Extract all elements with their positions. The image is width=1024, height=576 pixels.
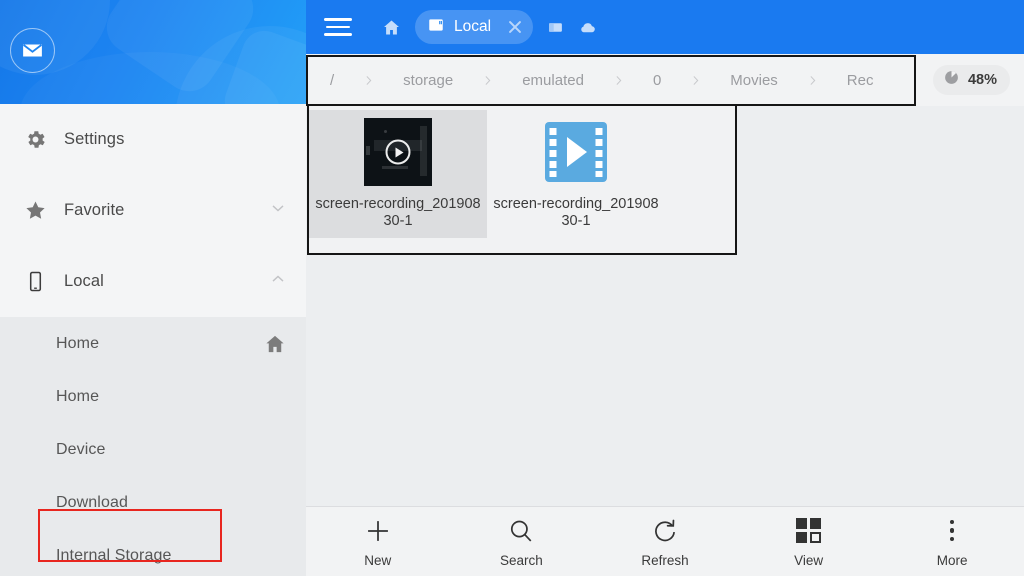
home-icon[interactable] [382,18,401,37]
sidebar-item-home[interactable]: Home [0,370,306,423]
gear-icon [18,128,52,151]
view-label: View [794,552,824,568]
sidebar-item-local[interactable]: Local [0,246,306,317]
chevron-down-icon[interactable] [268,198,288,223]
breadcrumb: / storage emulated 0 Movies Rec [306,72,933,89]
chevron-right-icon [481,74,494,87]
sidebar-item-device[interactable]: Device [0,423,306,476]
sidebar-item-label: Home [56,387,100,405]
sidebar: Settings Favorite Local Home Home Device… [0,0,306,576]
window-icon[interactable] [547,19,564,36]
envelope-icon [23,44,42,57]
search-button[interactable]: Search [450,516,594,568]
sidebar-item-label: Internal Storage [56,546,172,564]
file-thumbnail [539,116,613,188]
sidebar-item-favorite[interactable]: Favorite [0,175,306,246]
more-button[interactable]: More [880,516,1024,568]
sidebar-item-label: Device [56,440,106,458]
chevron-right-icon [362,74,375,87]
sidebar-item-download[interactable]: Download [0,476,306,529]
chevron-right-icon [806,74,819,87]
file-thumbnail [361,116,435,188]
sidebar-item-label: Local [64,272,104,290]
grid-view-icon [796,516,822,546]
hamburger-icon[interactable] [324,13,354,40]
video-thumbnail [364,118,432,186]
sidebar-item-label: Favorite [64,201,125,219]
sidebar-item-label: Home [56,334,100,352]
breadcrumb-segment[interactable]: Rec [841,72,880,89]
new-button[interactable]: New [306,516,450,568]
file-item[interactable]: screen-recording_20190830-1 [309,110,487,238]
sidebar-header [0,0,306,104]
more-dots-icon [949,516,955,546]
refresh-icon [652,516,678,546]
status-badge[interactable]: 48% [932,65,1010,95]
film-play-icon [545,122,607,182]
avatar[interactable] [10,28,55,73]
file-name-label: screen-recording_20190830-1 [493,196,659,229]
search-icon [508,516,534,546]
home-icon [264,333,286,355]
breadcrumb-segment[interactable]: / [324,72,340,89]
view-button[interactable]: View [737,516,881,568]
breadcrumb-segment[interactable]: storage [397,72,459,89]
cloud-icon[interactable] [578,18,597,37]
search-label: Search [500,552,543,568]
new-label: New [364,552,392,568]
file-grid: screen-recording_20190830-1 screen-recor… [309,106,735,238]
sidebar-sublist-local: Home Home Device Download Internal Stora… [0,317,306,576]
more-label: More [936,552,968,568]
breadcrumb-segment[interactable]: emulated [516,72,590,89]
breadcrumb-bar: / storage emulated 0 Movies Rec 48% [306,54,1024,106]
top-bar: Local [306,0,1024,54]
phone-icon [18,270,52,293]
annotation-box-file-grid: screen-recording_20190830-1 screen-recor… [307,106,737,255]
tab-label: Local [454,18,492,35]
bottom-toolbar: New Search Refresh View More [306,506,1024,576]
storage-card-icon [427,16,445,39]
sidebar-item-internal-storage[interactable]: Internal Storage [0,529,306,576]
chevron-up-icon[interactable] [268,269,288,294]
file-browser-content: screen-recording_20190830-1 screen-recor… [306,106,1024,506]
sidebar-item-label: Settings [64,130,125,148]
breadcrumb-segment[interactable]: 0 [647,72,667,89]
file-item[interactable]: screen-recording_20190830-1 [487,110,665,238]
refresh-label: Refresh [641,552,689,568]
play-icon [385,139,411,165]
storage-percent-label: 48% [967,72,997,88]
breadcrumb-segment[interactable]: Movies [724,72,784,89]
sidebar-item-label: Download [56,493,128,511]
chevron-right-icon [612,74,625,87]
chevron-right-icon [689,74,702,87]
sidebar-item-settings[interactable]: Settings [0,104,306,175]
tab-local[interactable]: Local [415,10,534,44]
pie-chart-icon [943,69,960,91]
close-icon[interactable] [505,17,525,37]
refresh-button[interactable]: Refresh [593,516,737,568]
plus-icon [364,516,392,546]
sidebar-item-home-primary[interactable]: Home [0,317,306,370]
file-name-label: screen-recording_20190830-1 [315,196,481,229]
star-icon [18,199,52,222]
